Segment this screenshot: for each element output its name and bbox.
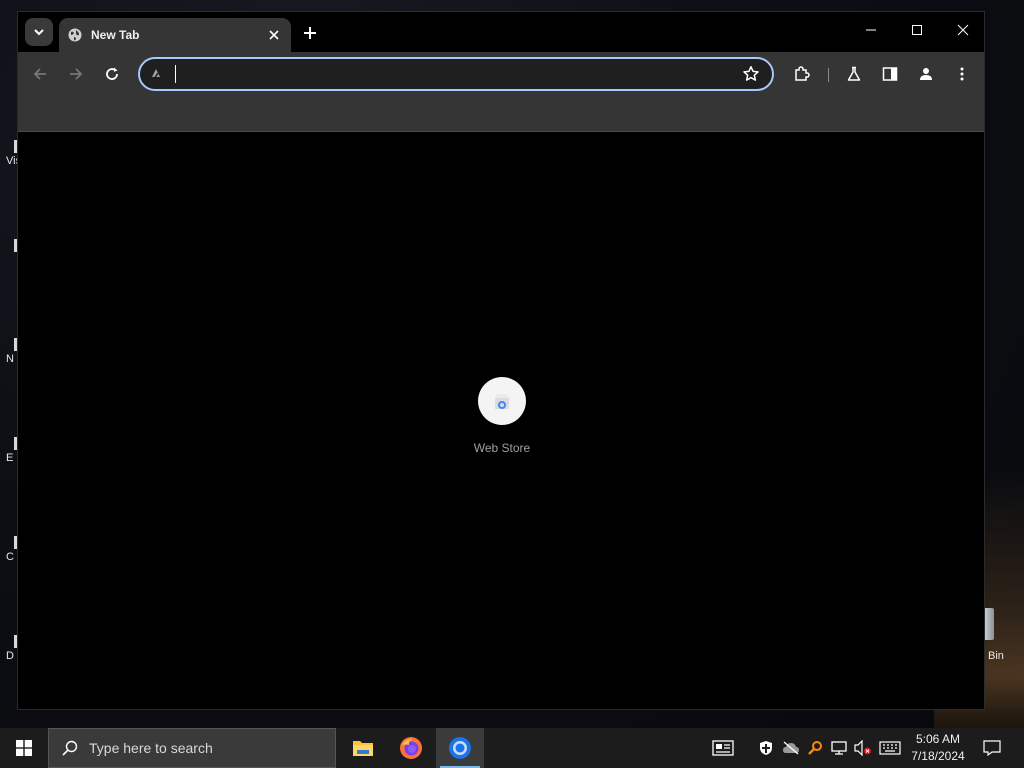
side-panel-icon xyxy=(882,67,898,81)
search-tray-icon[interactable] xyxy=(803,728,827,768)
chevron-down-icon xyxy=(34,29,44,36)
taskbar-file-explorer[interactable] xyxy=(339,728,387,768)
side-panel-button[interactable] xyxy=(876,60,904,88)
search-icon xyxy=(62,740,78,756)
network-icon xyxy=(831,741,847,755)
start-button[interactable] xyxy=(0,728,48,768)
volume-tray-icon[interactable] xyxy=(851,728,875,768)
profile-button[interactable] xyxy=(912,60,940,88)
taskbar-firefox[interactable] xyxy=(387,728,435,768)
puzzle-icon xyxy=(795,66,810,81)
shield-icon xyxy=(760,741,772,755)
file-explorer-icon xyxy=(353,741,373,756)
title-bar: New Tab xyxy=(18,12,984,52)
arrow-left-icon xyxy=(33,68,46,80)
globe-icon xyxy=(68,28,82,42)
toolbar-separator xyxy=(828,68,829,82)
shortcut-web-store[interactable]: Web Store xyxy=(448,377,556,455)
labs-button[interactable] xyxy=(840,60,868,88)
news-widget-button[interactable] xyxy=(706,728,740,768)
address-input[interactable] xyxy=(174,63,714,85)
recycle-bin-label: Bin xyxy=(988,650,1004,662)
forward-button[interactable] xyxy=(62,60,90,88)
address-bar[interactable] xyxy=(138,57,774,91)
recycle-bin-icon xyxy=(984,608,994,640)
keyboard-tray-icon[interactable] xyxy=(876,728,904,768)
back-button[interactable] xyxy=(26,60,54,88)
taskbar-search-box[interactable]: Type here to search xyxy=(48,728,336,768)
recycle-bin[interactable]: Bin xyxy=(984,608,1024,662)
close-icon xyxy=(957,24,969,36)
tab-close-button[interactable] xyxy=(267,28,281,42)
new-tab-page: Web Store xyxy=(18,132,984,709)
clock-time: 5:06 AM xyxy=(915,732,961,746)
browser-window: New Tab Web Store xyxy=(17,11,985,710)
menu-button[interactable] xyxy=(948,60,976,88)
shortcut-tile xyxy=(478,377,526,425)
browser-toolbar xyxy=(18,52,984,132)
tab-title: New Tab xyxy=(91,28,140,42)
news-icon xyxy=(712,740,734,756)
clock-date: 7/18/2024 xyxy=(911,749,965,763)
taskbar: Type here to search 5:06 AM 7/18/2024 xyxy=(0,728,1024,768)
key-icon xyxy=(808,741,822,755)
onedrive-tray-icon[interactable] xyxy=(779,728,803,768)
close-window-button[interactable] xyxy=(940,12,986,48)
minimize-button[interactable] xyxy=(848,12,894,48)
close-icon xyxy=(269,30,279,40)
cloud-off-icon xyxy=(783,741,799,755)
volume-muted-icon xyxy=(854,740,871,756)
plus-icon xyxy=(304,27,316,39)
firefox-icon xyxy=(400,737,422,759)
reload-button[interactable] xyxy=(98,60,126,88)
arrow-right-icon xyxy=(70,68,83,80)
tab-search-button[interactable] xyxy=(25,18,53,46)
search-placeholder: Type here to search xyxy=(89,740,213,756)
web-store-icon xyxy=(495,394,509,409)
kebab-menu-icon xyxy=(960,67,964,81)
tab-new-tab[interactable]: New Tab xyxy=(59,18,291,52)
flask-icon xyxy=(847,66,861,81)
maximize-icon xyxy=(912,25,922,35)
person-icon xyxy=(920,68,932,80)
windows-logo-icon xyxy=(16,740,32,756)
new-tab-button[interactable] xyxy=(297,20,323,46)
star-icon[interactable] xyxy=(742,65,760,83)
text-caret xyxy=(175,65,176,83)
extensions-button[interactable] xyxy=(788,60,816,88)
taskbar-clock[interactable]: 5:06 AM 7/18/2024 xyxy=(906,731,970,765)
minimize-icon xyxy=(866,29,876,31)
notifications-button[interactable] xyxy=(978,728,1006,768)
network-tray-icon[interactable] xyxy=(827,728,851,768)
chrome-icon xyxy=(449,737,471,759)
maximize-button[interactable] xyxy=(894,12,940,48)
shortcut-label: Web Store xyxy=(473,441,531,455)
reload-icon xyxy=(106,67,118,80)
search-engine-icon xyxy=(152,69,160,80)
notification-icon xyxy=(983,740,1001,756)
security-tray-icon[interactable] xyxy=(754,728,778,768)
keyboard-icon xyxy=(879,741,901,755)
taskbar-chrome[interactable] xyxy=(436,728,484,768)
